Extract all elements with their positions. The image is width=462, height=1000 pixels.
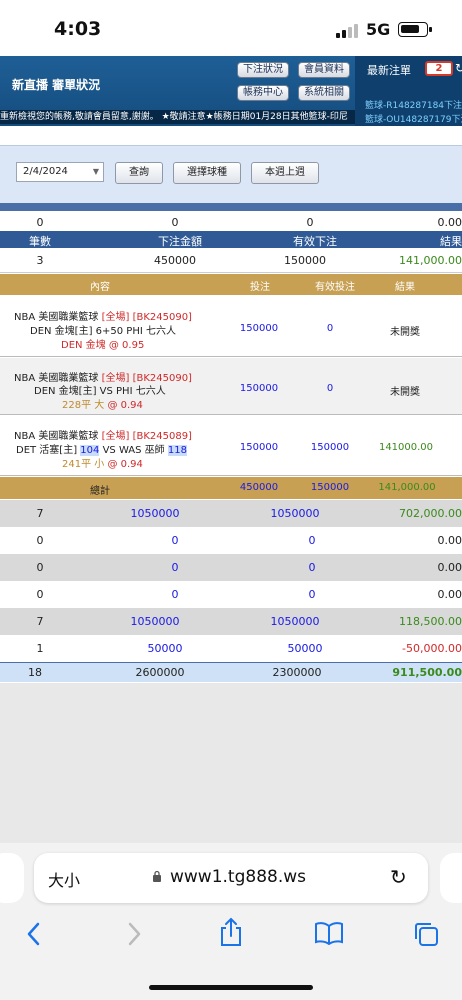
score-away: 118: [167, 445, 187, 456]
url-text[interactable]: www1.tg888.ws: [170, 867, 306, 887]
url-bar[interactable]: 大小 www1.tg888.ws ↻: [34, 853, 428, 903]
home-indicator: [149, 985, 313, 990]
week-toggle-button[interactable]: 本週上週: [251, 162, 319, 184]
bet-odds: @ 0.95: [108, 340, 145, 351]
back-icon[interactable]: [24, 921, 44, 947]
tabs-icon[interactable]: [412, 920, 440, 948]
summary-header: 筆數 下注金額 有效下注 結果: [0, 231, 462, 248]
battery-icon: [398, 22, 432, 37]
network-type: 5G: [366, 20, 391, 39]
chevron-down-icon: ▼: [92, 167, 99, 176]
grand-total-row: 18 2600000 2300000 911,500.00: [0, 662, 462, 682]
bet-status-button[interactable]: 下注狀況: [237, 62, 289, 78]
browser-url-area: 大小 www1.tg888.ws ↻: [0, 843, 462, 907]
bet-pick: DEN 金塊: [61, 340, 106, 351]
table-row[interactable]: 7 1050000 1050000 702,000.00: [0, 500, 462, 527]
total-row: 總計 450000 150000 141,000.00: [0, 477, 462, 499]
bet-odds: @ 0.94: [107, 459, 143, 470]
table-row[interactable]: 0 0 0 0.00: [0, 581, 462, 608]
latest-bets-title: 最新注單: [367, 64, 411, 77]
bet-pick: 228平 大: [62, 400, 105, 411]
header-nav[interactable]: 新直播 審單狀況: [12, 76, 100, 93]
select-game-button[interactable]: 選擇球種: [173, 162, 241, 184]
bet-pick: 241平 小: [62, 459, 105, 470]
latest-bets-count: 2: [425, 61, 453, 76]
latest-bet-item[interactable]: 籃球-OU148287179下注: [365, 112, 462, 125]
divider: [0, 203, 462, 211]
latest-bets-panel: 最新注單 2 ↻ 籃球-R148287184下注 籃球-OU148287179下…: [355, 56, 462, 126]
signal-icon: [336, 24, 358, 38]
system-button[interactable]: 系統相關: [298, 85, 350, 101]
summary-row[interactable]: 3 450000 150000 141,000.00: [0, 248, 462, 273]
table-row[interactable]: 0 0 0 0.00: [0, 554, 462, 581]
matchup: DET 活塞[主] 104 VS WAS 巫師 118: [16, 445, 187, 456]
share-icon[interactable]: [218, 917, 244, 947]
next-tab-peek[interactable]: [440, 853, 462, 903]
matchup: DEN 金塊[主] VS PHI 七六人: [34, 386, 166, 397]
matchup: DEN 金塊[主] 6+50 PHI 七六人: [30, 326, 176, 337]
bet-row[interactable]: NBA 美國職業籃球 [全場] [BK245090] DEN 金塊[主] 6+5…: [0, 295, 462, 357]
date-select[interactable]: 2/4/2024 ▼: [16, 162, 104, 182]
bet-table-header: 內容 投注 有效投注 結果: [0, 274, 462, 295]
table-row[interactable]: 1 50000 50000 -50,000.00: [0, 635, 462, 662]
bookmarks-icon[interactable]: [314, 921, 344, 945]
bet-odds: @ 0.94: [107, 400, 143, 411]
member-info-button[interactable]: 會員資料: [298, 62, 350, 78]
prev-tab-peek[interactable]: [0, 853, 24, 903]
bet-row[interactable]: NBA 美國職業籃球 [全場] [BK245090] DEN 金塊[主] VS …: [0, 358, 462, 415]
page-background: [0, 683, 462, 843]
table-row[interactable]: 7 1050000 1050000 118,500.00: [0, 608, 462, 635]
announcement-marquee: 重新檢視您的帳務,敬請會員留意,謝謝。 ★敬請注意★帳務日期01月28日其他籃球…: [0, 110, 355, 124]
status-bar: 4:03 5G: [0, 0, 462, 56]
bet-row[interactable]: NBA 美國職業籃球 [全場] [BK245089] DET 活塞[主] 104…: [0, 416, 462, 476]
reload-icon[interactable]: ↻: [390, 865, 407, 889]
search-button[interactable]: 查詢: [115, 162, 163, 184]
latest-bet-item[interactable]: 籃球-R148287184下注: [365, 98, 462, 111]
text-size-button[interactable]: 大小: [48, 867, 80, 891]
table-row[interactable]: 0 0 0 0.00: [0, 527, 462, 554]
forward-icon[interactable]: [124, 921, 144, 947]
lock-icon: [153, 870, 161, 882]
account-center-button[interactable]: 帳務中心: [237, 85, 289, 101]
refresh-icon[interactable]: ↻: [455, 61, 462, 75]
clock: 4:03: [54, 18, 102, 40]
table-row[interactable]: 0 0 0 0.00: [0, 213, 462, 231]
date-value: 2/4/2024: [23, 166, 68, 177]
